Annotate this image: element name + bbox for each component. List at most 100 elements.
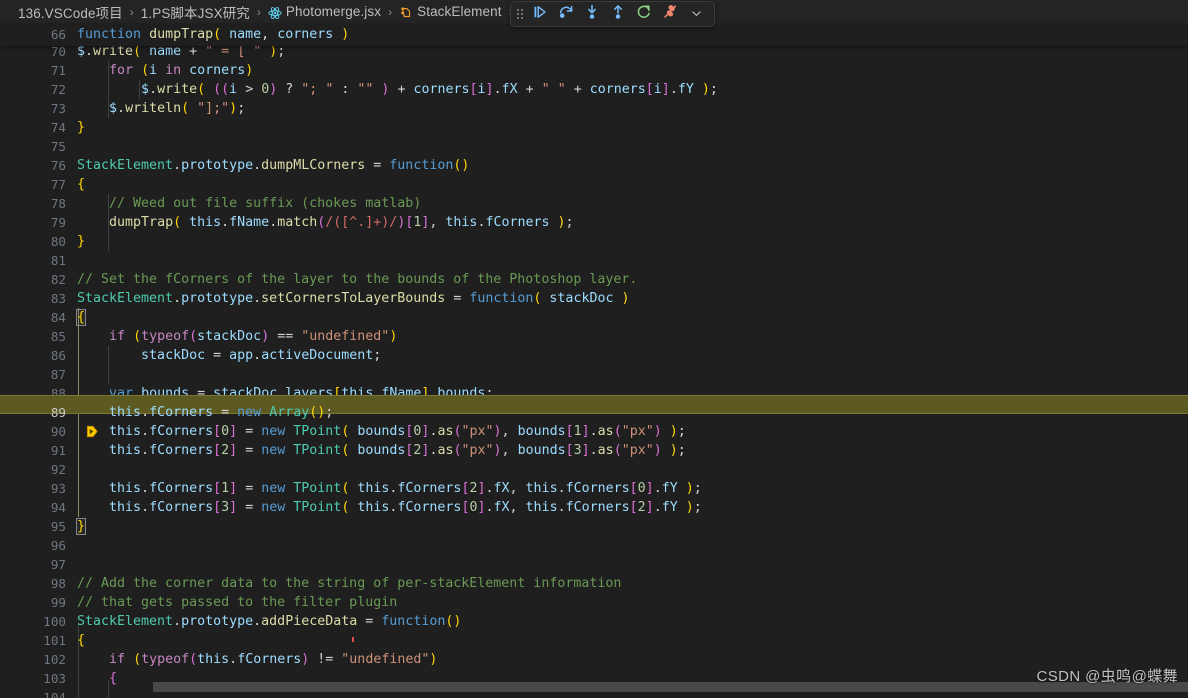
line-code: stackDoc = app.activeDocument; [141,348,382,363]
code-line[interactable]: 81 [0,251,66,270]
line-code: this.fCorners[2] = new TPoint( bounds[2]… [109,443,686,458]
code-line[interactable]: 98 // Add the corner data to the string … [0,574,622,593]
line-number: 74 [50,120,66,135]
code-line-executing[interactable]: 89 this.fCorners = new Array(); [0,403,333,438]
line-code: for (i in corners) [109,63,254,78]
debug-disconnect-icon [662,4,678,24]
sticky-line-code: function dumpTrap( name, corners ) [77,27,350,42]
line-number: 77 [50,177,66,192]
watermark: CSDN @虫鸣@蝶舞 [1036,668,1178,685]
line-number: 104 [43,690,65,698]
code-line[interactable]: 94 this.fCorners[3] = new TPoint( this.f… [0,498,702,517]
react-file-icon [268,6,282,20]
code-line[interactable]: 80 } [0,232,85,251]
code-line[interactable]: 79 dumpTrap( this.fName.match(/([^.]+)/)… [0,213,574,232]
line-number: 78 [50,196,66,211]
code-line[interactable]: 77 { [0,175,85,194]
debug-step-over-button[interactable] [554,3,578,25]
code-line[interactable]: 85 if (typeof(stackDoc) == "undefined") [0,327,398,346]
code-line[interactable]: 96 [0,536,66,555]
line-code: $.writeln( "];"); [109,101,246,116]
code-line[interactable]: 76 StackElement.prototype.dumpMLCorners … [0,156,470,175]
code-line[interactable]: 102 if (typeof(this.fCorners) != "undefi… [0,650,437,669]
breadcrumb-item-folder-1[interactable]: 136.VSCode项目 [18,2,123,22]
line-number: 75 [50,139,66,154]
code-line[interactable]: 95 } [0,517,87,536]
breadcrumb-item-symbol-class[interactable]: StackElement [399,4,502,19]
code-line[interactable]: 74 } [0,118,85,137]
line-code: } [75,518,87,535]
breadcrumb-separator: › [388,4,393,19]
line-number: 87 [50,367,66,382]
debug-restart-button[interactable] [632,3,656,25]
debug-continue-button[interactable] [528,3,552,25]
line-number: 84 [50,310,66,325]
line-code: this.fCorners = new Array(); [109,405,334,420]
debug-step-over-icon [558,4,574,24]
line-number: 85 [50,329,66,344]
drag-handle[interactable] [514,3,526,25]
code-line[interactable]: 101 { [0,631,85,650]
code-line[interactable]: 87 [0,365,66,384]
line-number: 79 [50,215,66,230]
debug-step-out-button[interactable] [606,3,630,25]
line-code: if (typeof(this.fCorners) != "undefined"… [109,652,438,667]
code-line[interactable]: 97 [0,555,66,574]
line-code: $.write( ((i > 0) ? "; " : "" ) + corner… [141,82,718,97]
line-code: // Add the corner data to the string of … [77,576,622,591]
code-line[interactable]: 86 stackDoc = app.activeDocument; [0,346,381,365]
debug-current-execution-pointer-icon [6,406,98,438]
grip-dots-icon [517,9,523,19]
line-code: { [77,177,86,192]
line-code: this.fCorners[0] = new TPoint( bounds[0]… [109,424,686,439]
line-number: 97 [50,557,66,572]
code-line[interactable]: 103 { [0,669,117,688]
line-number: 99 [50,595,66,610]
code-line[interactable]: 100 StackElement.prototype.addPieceData … [0,612,461,631]
line-code: // Set the fCorners of the layer to the … [77,272,638,287]
line-number: 102 [43,652,66,667]
line-code: StackElement.prototype.setCornersToLayer… [77,291,630,306]
line-code: // Weed out file suffix (chokes matlab) [109,196,422,211]
line-number: 76 [50,158,66,173]
line-number: 100 [43,614,66,629]
breadcrumb-item-folder-2[interactable]: 1.PS脚本JSX研究 [141,2,250,22]
debug-step-out-icon [610,4,626,24]
debug-more-button[interactable] [684,3,708,25]
line-number: 81 [50,253,66,268]
code-line[interactable]: 104 // Add corners in place of trailing … [0,688,64,698]
code-line[interactable]: 84 { [0,308,87,327]
line-number: 101 [43,633,66,648]
code-editor[interactable]: 66 function dumpTrap( name, corners ) 70… [0,23,1188,698]
breadcrumb-separator: › [256,4,261,19]
line-code: StackElement.prototype.dumpMLCorners = f… [77,158,470,173]
line-number: 94 [50,500,66,515]
text-cursor [352,637,354,642]
debug-step-into-icon [584,4,600,24]
breadcrumb-label: 136.VSCode项目 [18,5,123,21]
horizontal-scrollbar[interactable] [153,682,1188,692]
code-line[interactable]: 75 [0,137,66,156]
line-number: 66 [50,27,66,42]
line-number: 86 [50,348,66,363]
debug-step-into-button[interactable] [580,3,604,25]
line-code: // that gets passed to the filter plugin [77,595,398,610]
line-number: 80 [50,234,66,249]
breadcrumb-item-file[interactable]: Photomerge.jsx [268,4,381,19]
debug-continue-icon [532,4,548,24]
code-line[interactable]: 82 // Set the fCorners of the layer to t… [0,270,638,289]
line-code: { [77,633,86,648]
breadcrumb-label: 1.PS脚本JSX研究 [140,5,250,21]
line-code: { [75,309,87,326]
debug-disconnect-button[interactable] [658,3,682,25]
line-code: if (typeof(stackDoc) == "undefined") [109,329,398,344]
line-number: 95 [50,519,66,534]
code-line[interactable]: 99 // that gets passed to the filter plu… [0,593,397,612]
breadcrumb-label: StackElement [417,4,502,19]
line-number: 98 [50,576,66,591]
code-line[interactable]: 78 // Weed out file suffix (chokes matla… [0,194,421,213]
code-line[interactable]: 83 StackElement.prototype.setCornersToLa… [0,289,630,308]
line-code: this.fCorners[1] = new TPoint( this.fCor… [109,481,702,496]
line-code: } [77,234,86,249]
line-code: this.fCorners[3] = new TPoint( this.fCor… [109,500,702,515]
